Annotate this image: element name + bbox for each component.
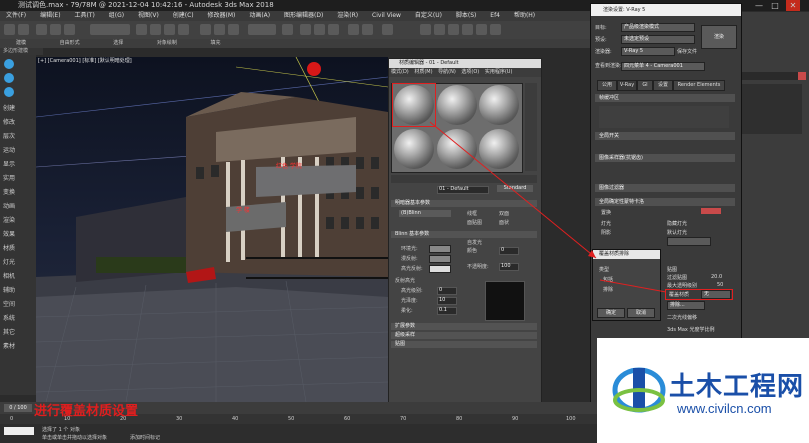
site-watermark: 土木工程网 www.civilcn.com — [597, 338, 809, 443]
frame-counter[interactable]: 0 / 100 — [4, 404, 32, 412]
status-bar: 选择了 1 个 对象 单击或单击并拖动以选择对象 添加时间标记 — [0, 424, 600, 443]
tick-60: 60 — [344, 416, 351, 422]
tick-30: 30 — [176, 416, 183, 422]
annotation-arrow-2 — [599, 279, 667, 293]
add-time-tag[interactable]: 添加时间标记 — [130, 434, 160, 441]
tick-100: 100 — [566, 416, 576, 422]
civilcn-logo — [612, 367, 666, 413]
tutorial-caption: 进行覆盖材质设置 — [34, 404, 139, 419]
tick-90: 90 — [512, 416, 519, 422]
watermark-url: www.civilcn.com — [677, 401, 772, 416]
prompt-status: 单击或单击并拖动以选择对象 — [42, 435, 108, 441]
tick-50: 50 — [288, 416, 295, 422]
annotation-arrow — [429, 121, 597, 259]
selection-status: 选择了 1 个 对象 — [42, 427, 80, 433]
annotation-arrow-head — [588, 250, 596, 258]
tick-70: 70 — [400, 416, 407, 422]
watermark-title: 土木工程网 — [669, 372, 805, 402]
tick-40: 40 — [232, 416, 239, 422]
tick-0: 0 — [10, 416, 14, 422]
tick-80: 80 — [456, 416, 463, 422]
maxscript-listener[interactable] — [4, 427, 34, 435]
